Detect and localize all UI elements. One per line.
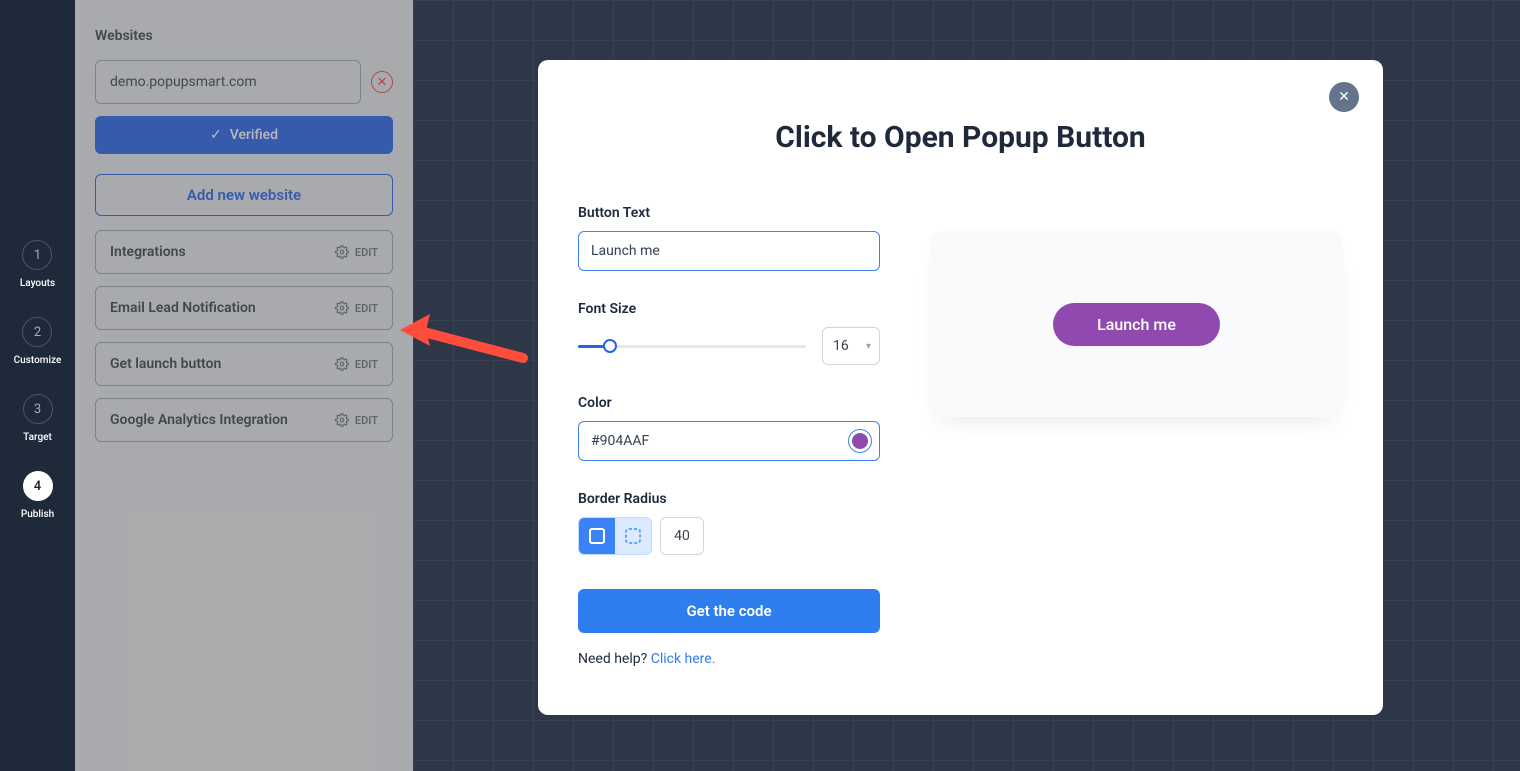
nav-step-label: Publish [21,509,54,520]
close-icon[interactable]: ✕ [1329,82,1359,112]
check-icon: ✓ [210,127,222,143]
help-text: Need help? Click here. [578,651,880,667]
edit-action: EDIT [335,413,378,427]
border-radius-option-round[interactable] [615,518,651,554]
preview-column: Launch me [930,205,1343,667]
nav-step-publish[interactable]: 4 Publish [21,471,54,520]
gear-icon [335,301,349,315]
preview-launch-button[interactable]: Launch me [1053,303,1220,346]
square-icon [589,528,605,544]
gear-icon [335,357,349,371]
font-size-value: 16 [833,338,849,354]
nav-step-layouts[interactable]: 1 Layouts [20,240,55,289]
edit-text: EDIT [355,358,378,371]
color-swatch[interactable] [848,429,872,453]
row-email-lead[interactable]: Email Lead Notification EDIT [95,286,393,330]
dashed-square-icon [625,528,641,544]
nav-step-customize[interactable]: 2 Customize [14,317,62,366]
website-input[interactable] [95,60,361,104]
get-code-button[interactable]: Get the code [578,589,880,633]
font-size-slider[interactable] [578,336,806,356]
nav-step-target[interactable]: 3 Target [23,394,53,443]
preview-box: Launch me [930,231,1343,417]
edit-text: EDIT [355,302,378,315]
row-label: Google Analytics Integration [110,412,288,428]
nav-step-number: 4 [23,471,53,501]
edit-text: EDIT [355,246,378,259]
border-radius-label: Border Radius [578,491,880,507]
edit-action: EDIT [335,245,378,259]
nav-step-number: 1 [22,240,52,270]
verified-button[interactable]: ✓ Verified [95,116,393,154]
publish-panel: Websites ✕ ✓ Verified Add new website In… [75,0,413,771]
color-label: Color [578,395,880,411]
button-text-input[interactable] [578,231,880,271]
slider-thumb-icon[interactable] [603,339,617,353]
help-link[interactable]: Click here. [651,651,716,667]
row-label: Get launch button [110,356,221,372]
font-size-label: Font Size [578,301,880,317]
button-text-label: Button Text [578,205,880,221]
border-radius-value[interactable]: 40 [660,517,704,555]
gear-icon [335,413,349,427]
nav-step-label: Layouts [20,278,55,289]
border-radius-toggle [578,517,652,555]
color-input[interactable] [578,421,880,461]
row-get-launch-button[interactable]: Get launch button EDIT [95,342,393,386]
verified-label: Verified [230,127,278,143]
edit-action: EDIT [335,301,378,315]
nav-step-number: 2 [22,317,52,347]
edit-text: EDIT [355,414,378,427]
row-ga-integration[interactable]: Google Analytics Integration EDIT [95,398,393,442]
chevron-down-icon: ▾ [866,341,871,352]
add-website-button[interactable]: Add new website [95,174,393,216]
delete-website-icon[interactable]: ✕ [371,71,393,93]
nav-step-label: Customize [14,355,62,366]
nav-step-number: 3 [23,394,53,424]
font-size-select[interactable]: 16 ▾ [822,327,880,365]
nav-rail: 1 Layouts 2 Customize 3 Target 4 Publish [0,0,75,771]
row-label: Email Lead Notification [110,300,256,316]
launch-button-modal: ✕ Click to Open Popup Button Button Text… [538,60,1383,715]
border-radius-option-square[interactable] [579,518,615,554]
form-column: Button Text Font Size 16 ▾ [578,205,880,667]
gear-icon [335,245,349,259]
modal-title: Click to Open Popup Button [578,120,1343,155]
edit-action: EDIT [335,357,378,371]
row-integrations[interactable]: Integrations EDIT [95,230,393,274]
nav-step-label: Target [23,432,52,443]
panel-section-title: Websites [95,28,393,44]
row-label: Integrations [110,244,186,260]
website-row: ✕ [95,60,393,104]
